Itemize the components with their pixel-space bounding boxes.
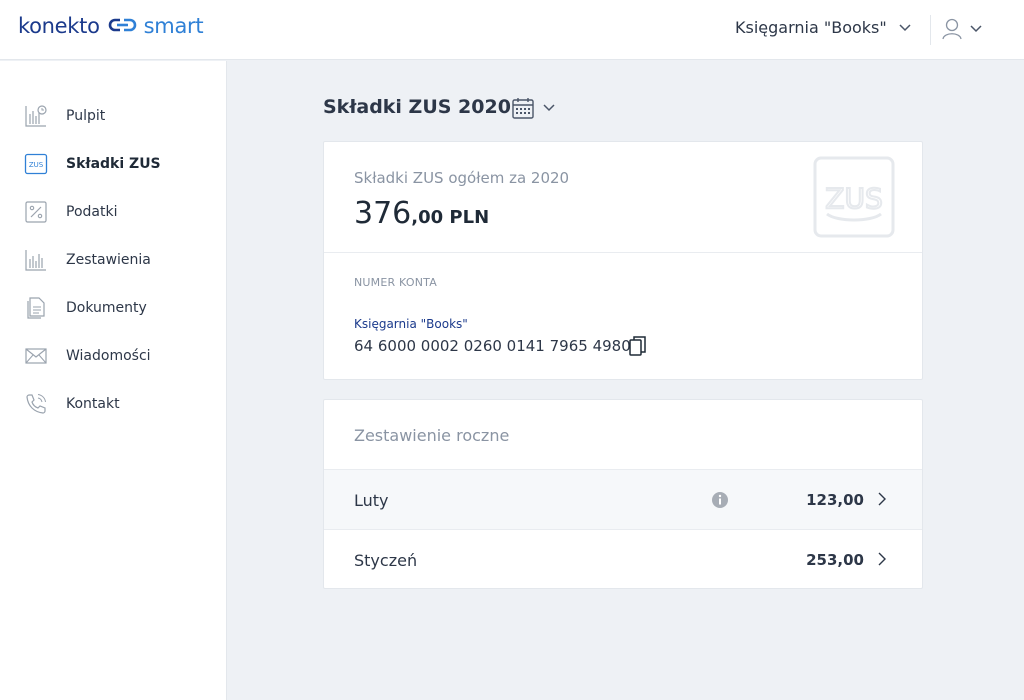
sidebar-item-label: Pulpit [66,108,106,124]
sidebar-item-label: Zestawienia [66,252,151,268]
header-divider [930,15,931,45]
copy-icon[interactable] [628,335,648,357]
info-icon[interactable] [711,491,729,509]
month-value: 253,00 [806,551,864,569]
chevron-right-icon [878,492,886,506]
percent-icon [25,201,47,223]
sidebar-item-dokumenty[interactable]: Dokumenty [0,288,226,328]
documents-icon [27,297,45,319]
company-selector[interactable]: Księgarnia "Books" [735,18,911,37]
summary-amount: 376,00 PLN [354,196,489,231]
month-label: Styczeń [354,551,418,570]
sidebar-item-label: Wiadomości [66,348,151,364]
chevron-down-icon [970,25,982,33]
dashboard-chart-icon [25,105,47,127]
month-row-luty[interactable]: Luty 123,00 [324,469,922,529]
sidebar-item-label: Podatki [66,204,118,220]
sidebar-item-pulpit[interactable]: Pulpit [0,96,226,136]
user-menu[interactable] [942,18,982,40]
bar-chart-icon [25,250,46,271]
sidebar-item-label: Dokumenty [66,300,147,316]
summary-label: Składki ZUS ogółem za 2020 [354,169,570,187]
zus-watermark-text: ZUS [825,182,882,215]
sidebar-item-zestawienia[interactable]: Zestawienia [0,240,226,280]
account-caption: NUMER KONTA [354,276,437,289]
account-number: 64 6000 0002 0260 0141 7965 4980 [354,337,631,355]
svg-text:ZUS: ZUS [29,161,44,169]
logo-mark-icon [108,14,138,38]
amount-integer: 376 [354,196,412,231]
card-divider [324,252,922,253]
sidebar-item-skladki-zus[interactable]: ZUS Składki ZUS [0,144,226,184]
top-header: konekto smart Księgarnia "Books" [0,0,1024,60]
chevron-down-icon [899,23,911,31]
app-logo[interactable]: konekto smart [18,14,204,38]
logo-brand: konekto [18,14,100,38]
sidebar-item-label: Kontakt [66,396,120,412]
sidebar-item-kontakt[interactable]: Kontakt [0,384,226,424]
year-picker[interactable] [511,96,555,120]
sidebar-item-wiadomosci[interactable]: Wiadomości [0,336,226,376]
user-icon [942,18,962,40]
month-value: 123,00 [806,491,864,509]
zus-icon: ZUS [24,153,48,175]
month-row-styczen[interactable]: Styczeń 253,00 [324,529,922,589]
month-label: Luty [354,491,389,510]
sidebar-item-podatki[interactable]: Podatki [0,192,226,232]
summary-card: Składki ZUS ogółem za 2020 376,00 PLN ZU… [323,141,923,380]
chevron-down-icon [543,104,555,112]
envelope-icon [25,348,47,364]
yearly-summary-card: Zestawienie roczne Luty 123,00 Styczeń 2… [323,399,923,589]
phone-icon [26,394,46,414]
page-title: Składki ZUS 2020 [323,96,511,118]
calendar-icon [512,98,534,119]
zus-logo-icon: ZUS [813,156,895,238]
yearly-summary-title: Zestawienie roczne [354,426,510,445]
company-name: Księgarnia "Books" [735,18,887,37]
sidebar: Pulpit ZUS Składki ZUS Podatki Zestawien… [0,61,227,700]
logo-product: smart [143,14,204,38]
sidebar-item-label: Składki ZUS [66,156,161,172]
amount-decimal: ,00 PLN [411,207,490,228]
chevron-right-icon [878,552,886,566]
account-owner: Księgarnia "Books" [354,317,468,331]
